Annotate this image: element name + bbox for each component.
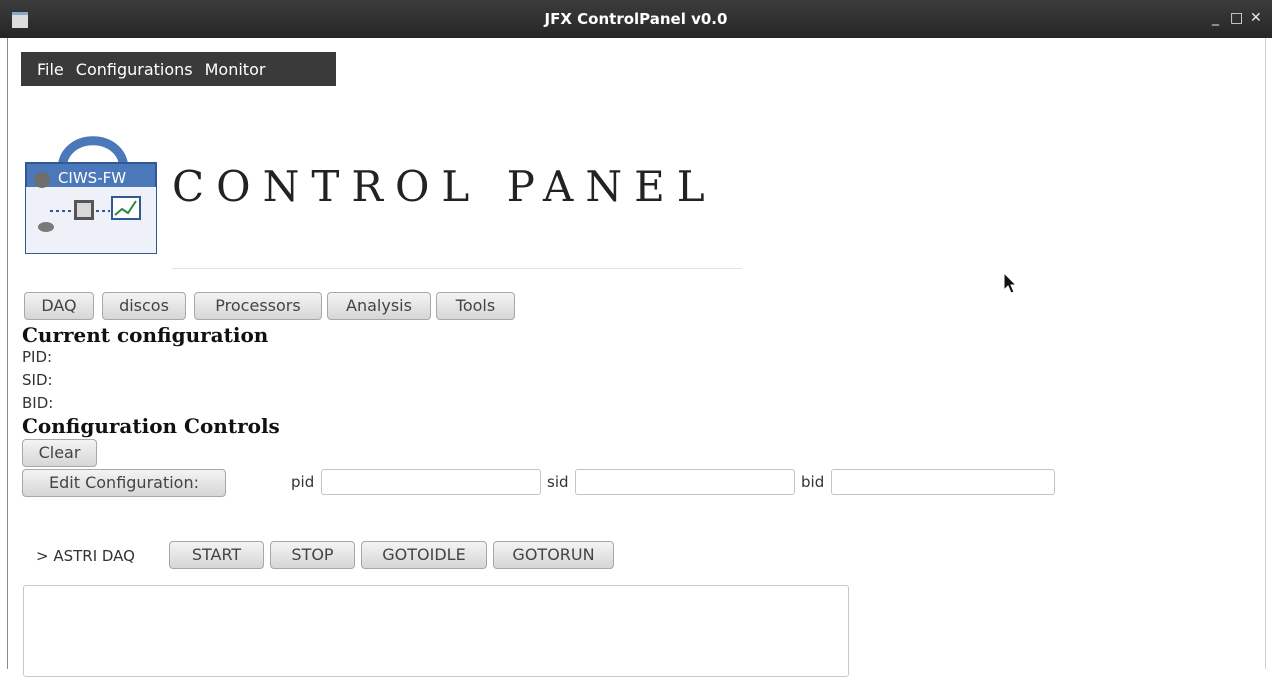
pid-field-label: pid bbox=[291, 473, 315, 491]
window-titlebar[interactable]: JFX ControlPanel v0.0 _ □ ✕ bbox=[0, 0, 1272, 38]
sid-input[interactable] bbox=[575, 469, 795, 495]
output-console[interactable] bbox=[23, 585, 849, 677]
tab-analysis[interactable]: Analysis bbox=[327, 292, 431, 320]
pid-input[interactable] bbox=[321, 469, 541, 495]
bid-label: BID: bbox=[22, 394, 54, 412]
menu-file[interactable]: File bbox=[33, 60, 68, 79]
sid-field-label: sid bbox=[547, 473, 569, 491]
tab-discos[interactable]: discos bbox=[102, 292, 186, 320]
tab-tools[interactable]: Tools bbox=[436, 292, 515, 320]
tab-processors[interactable]: Processors bbox=[194, 292, 322, 320]
ciws-fw-logo: CIWS-FW bbox=[25, 136, 157, 254]
clear-button[interactable]: Clear bbox=[22, 439, 97, 467]
window-left-border bbox=[7, 38, 8, 669]
title-divider bbox=[172, 268, 742, 269]
bid-field-label: bid bbox=[801, 473, 825, 491]
logo-text: CIWS-FW bbox=[58, 169, 126, 187]
stop-button[interactable]: STOP bbox=[270, 541, 355, 569]
window-right-border bbox=[1265, 38, 1266, 669]
astri-daq-label: > ASTRI DAQ bbox=[36, 547, 135, 565]
start-button[interactable]: START bbox=[169, 541, 264, 569]
configuration-controls-heading: Configuration Controls bbox=[22, 414, 280, 438]
bid-input[interactable] bbox=[831, 469, 1055, 495]
gotorun-button[interactable]: GOTORUN bbox=[493, 541, 614, 569]
window-title: JFX ControlPanel v0.0 bbox=[544, 10, 728, 28]
close-icon[interactable]: ✕ bbox=[1250, 10, 1262, 26]
pid-label: PID: bbox=[22, 348, 53, 366]
edit-configuration-button[interactable]: Edit Configuration: bbox=[22, 469, 226, 497]
page-title: CONTROL PANEL bbox=[172, 162, 717, 211]
menu-bar: File Configurations Monitor bbox=[21, 52, 336, 86]
menu-configurations[interactable]: Configurations bbox=[72, 60, 197, 79]
gotoidle-button[interactable]: GOTOIDLE bbox=[361, 541, 487, 569]
minimize-icon[interactable]: _ bbox=[1212, 10, 1219, 26]
mouse-cursor-icon bbox=[1003, 272, 1018, 294]
menu-monitor[interactable]: Monitor bbox=[201, 60, 270, 79]
sid-label: SID: bbox=[22, 371, 53, 389]
maximize-icon[interactable]: □ bbox=[1230, 10, 1243, 26]
current-configuration-heading: Current configuration bbox=[22, 323, 269, 347]
tab-daq[interactable]: DAQ bbox=[24, 292, 94, 320]
